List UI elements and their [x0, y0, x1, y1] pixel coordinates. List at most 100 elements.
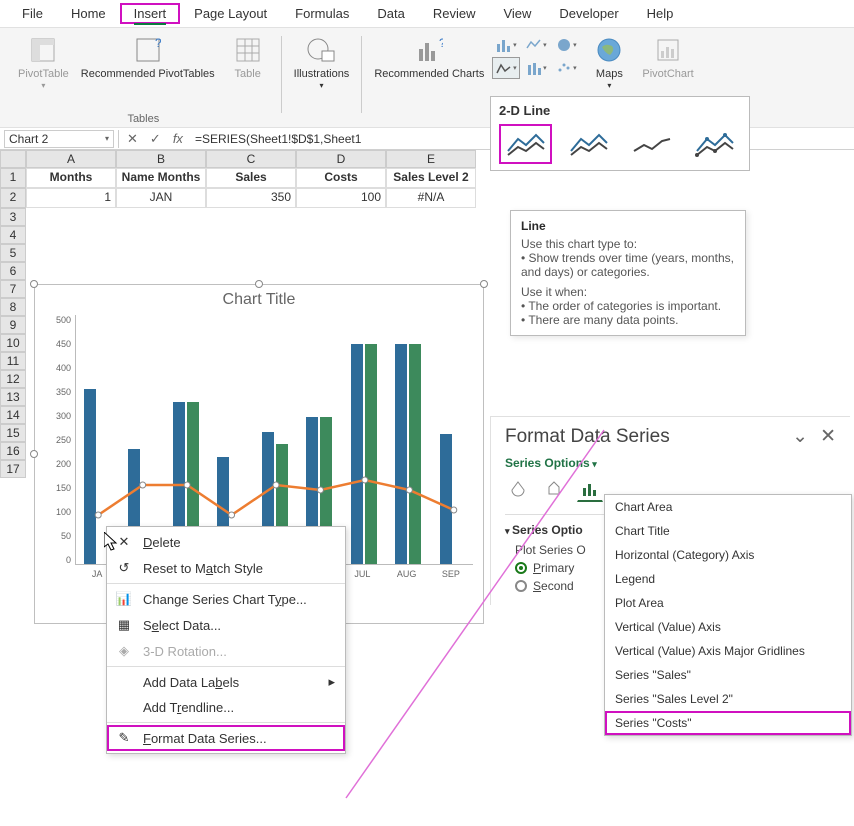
row-header[interactable]: 14: [0, 406, 26, 424]
fill-tab-icon[interactable]: [505, 476, 531, 502]
row-header[interactable]: 16: [0, 442, 26, 460]
effects-tab-icon[interactable]: [541, 476, 567, 502]
dd-series-sales[interactable]: Series "Sales": [605, 663, 851, 687]
row-header[interactable]: 2: [0, 188, 26, 208]
chart-title[interactable]: Chart Title: [35, 285, 483, 315]
dd-vaxis-grid[interactable]: Vertical (Value) Axis Major Gridlines: [605, 639, 851, 663]
row-header[interactable]: 7: [0, 280, 26, 298]
ctx-add-data-labels[interactable]: Add Data Labels▸: [107, 669, 345, 695]
pivottable-button[interactable]: PivotTable▾: [14, 32, 73, 93]
chart-pie-button[interactable]: [552, 34, 580, 56]
row-header[interactable]: 5: [0, 244, 26, 262]
illustrations-button[interactable]: Illustrations▾: [290, 32, 354, 93]
stacked-line-option[interactable]: [562, 124, 615, 164]
collapse-icon[interactable]: ⌄: [792, 425, 808, 448]
cell[interactable]: Costs: [296, 168, 386, 188]
row-header[interactable]: 13: [0, 388, 26, 406]
chart-hist-button[interactable]: [522, 57, 550, 79]
recommended-pivot-button[interactable]: ? Recommended PivotTables: [77, 32, 219, 93]
series-tab-icon[interactable]: [577, 476, 603, 502]
cell[interactable]: 100: [296, 188, 386, 208]
menu-insert[interactable]: Insert: [120, 3, 181, 24]
menu-review[interactable]: Review: [419, 3, 490, 24]
menu-home[interactable]: Home: [57, 3, 120, 24]
row-header[interactable]: 11: [0, 352, 26, 370]
ctx-reset[interactable]: ↺Reset to Match Style: [107, 555, 345, 581]
cell[interactable]: #N/A: [386, 188, 476, 208]
row-header[interactable]: 9: [0, 316, 26, 334]
fbar-enter-icon[interactable]: ✓: [146, 131, 165, 147]
line-chart-option[interactable]: [499, 124, 552, 164]
ctx-select-data[interactable]: ▦Select Data...: [107, 612, 345, 638]
chart-scatter-button[interactable]: [552, 57, 580, 79]
series-options-dropdown[interactable]: Series Options: [505, 456, 836, 470]
chart-area-button[interactable]: [492, 57, 520, 79]
menu-view[interactable]: View: [489, 3, 545, 24]
cell[interactable]: Sales Level 2: [386, 168, 476, 188]
recommended-charts-button[interactable]: ? Recommended Charts: [370, 32, 488, 93]
table-button[interactable]: Table: [223, 32, 273, 93]
row-header[interactable]: 17: [0, 460, 26, 478]
row-header[interactable]: 3: [0, 208, 26, 226]
line-markers-option[interactable]: [688, 124, 741, 164]
row-header[interactable]: 1: [0, 168, 26, 188]
row-header[interactable]: 6: [0, 262, 26, 280]
menu-page-layout[interactable]: Page Layout: [180, 3, 281, 24]
name-box[interactable]: Chart 2: [4, 130, 114, 148]
menu-data[interactable]: Data: [363, 3, 418, 24]
col-header-e[interactable]: E: [386, 150, 476, 168]
table-icon: [232, 34, 264, 66]
menu-help[interactable]: Help: [633, 3, 688, 24]
ctx-change-type[interactable]: 📊Change Series Chart Type...: [107, 586, 345, 612]
cell[interactable]: 350: [206, 188, 296, 208]
chart-bar-button[interactable]: [492, 34, 520, 56]
maps-button[interactable]: Maps▾: [584, 32, 634, 93]
cell[interactable]: Name Months: [116, 168, 206, 188]
ctx-delete[interactable]: ✕Delete: [107, 529, 345, 555]
cell[interactable]: 1: [26, 188, 116, 208]
dd-vaxis[interactable]: Vertical (Value) Axis: [605, 615, 851, 639]
fx-icon[interactable]: fx: [169, 131, 187, 146]
chart-type-tooltip: Line Use this chart type to: • Show tren…: [510, 210, 746, 336]
cell[interactable]: Months: [26, 168, 116, 188]
tables-group-label: Tables: [127, 113, 159, 127]
row-header[interactable]: 8: [0, 298, 26, 316]
ctx-add-trendline[interactable]: Add Trendline...: [107, 695, 345, 720]
dd-series-sales2[interactable]: Series "Sales Level 2": [605, 687, 851, 711]
select-data-icon: ▦: [115, 617, 133, 633]
cell[interactable]: JAN: [116, 188, 206, 208]
col-header-c[interactable]: C: [206, 150, 296, 168]
chart-type-icon: 📊: [115, 591, 133, 607]
pivotchart-icon: [652, 34, 684, 66]
pivotchart-button[interactable]: PivotChart: [638, 32, 697, 93]
col-header-d[interactable]: D: [296, 150, 386, 168]
menu-formulas[interactable]: Formulas: [281, 3, 363, 24]
select-all-corner[interactable]: [0, 150, 26, 168]
cell[interactable]: Sales: [206, 168, 296, 188]
pct-line-option[interactable]: [625, 124, 678, 164]
row-header[interactable]: 4: [0, 226, 26, 244]
gallery-section-title: 2-D Line: [499, 103, 741, 118]
close-icon[interactable]: ✕: [820, 425, 836, 448]
dd-haxis[interactable]: Horizontal (Category) Axis: [605, 543, 851, 567]
chart-line-button[interactable]: [522, 34, 550, 56]
row-header[interactable]: 10: [0, 334, 26, 352]
cursor-icon: [104, 532, 120, 552]
rotate-icon: ◈: [115, 643, 133, 659]
fbar-cancel-icon[interactable]: ✕: [123, 131, 142, 147]
context-menu: ✕Delete ↺Reset to Match Style 📊Change Se…: [106, 526, 346, 754]
row-header[interactable]: 15: [0, 424, 26, 442]
dd-legend[interactable]: Legend: [605, 567, 851, 591]
dd-plot-area[interactable]: Plot Area: [605, 591, 851, 615]
ctx-format-data-series[interactable]: ✎Format Data Series...: [107, 725, 345, 751]
menu-file[interactable]: File: [8, 3, 57, 24]
y-axis: 500450400350300250200150100500: [41, 315, 71, 565]
dd-chart-title[interactable]: Chart Title: [605, 519, 851, 543]
dd-series-costs[interactable]: Series "Costs": [605, 711, 851, 735]
format-icon: ✎: [115, 730, 133, 746]
row-header[interactable]: 12: [0, 370, 26, 388]
menu-developer[interactable]: Developer: [545, 3, 632, 24]
dd-chart-area[interactable]: Chart Area: [605, 495, 851, 519]
col-header-b[interactable]: B: [116, 150, 206, 168]
col-header-a[interactable]: A: [26, 150, 116, 168]
